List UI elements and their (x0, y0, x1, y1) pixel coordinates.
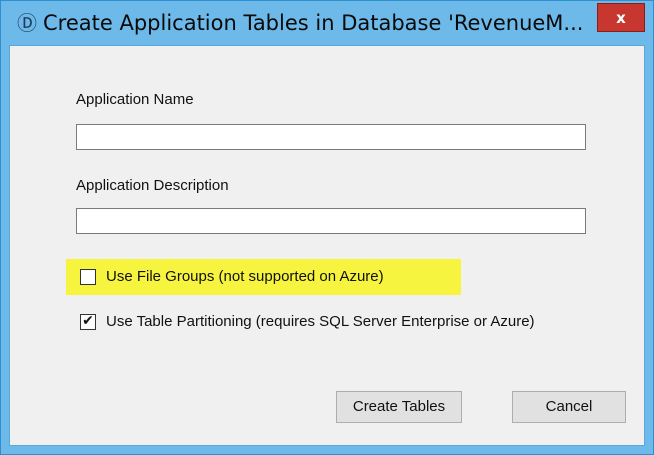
use-file-groups-label[interactable]: Use File Groups (not supported on Azure) (106, 268, 384, 285)
window-title: Create Application Tables in Database 'R… (43, 11, 584, 35)
application-name-input[interactable] (76, 124, 586, 150)
create-tables-button[interactable]: Create Tables (336, 391, 462, 423)
checkmark-icon: ✔ (82, 313, 94, 329)
use-table-partitioning-label[interactable]: Use Table Partitioning (requires SQL Ser… (106, 313, 535, 330)
dialog-body: Application Name Application Description… (9, 45, 645, 446)
dialog-window: Ⓓ Create Application Tables in Database … (0, 0, 654, 455)
application-name-label: Application Name (76, 91, 194, 108)
application-description-input[interactable] (76, 208, 586, 234)
app-dialog-icon: Ⓓ (17, 11, 37, 35)
use-file-groups-checkbox[interactable] (80, 269, 96, 285)
cancel-button[interactable]: Cancel (512, 391, 626, 423)
title-bar[interactable]: Ⓓ Create Application Tables in Database … (1, 1, 653, 45)
close-button[interactable]: x (597, 3, 645, 32)
application-description-label: Application Description (76, 177, 229, 194)
use-table-partitioning-checkbox[interactable]: ✔ (80, 313, 96, 330)
